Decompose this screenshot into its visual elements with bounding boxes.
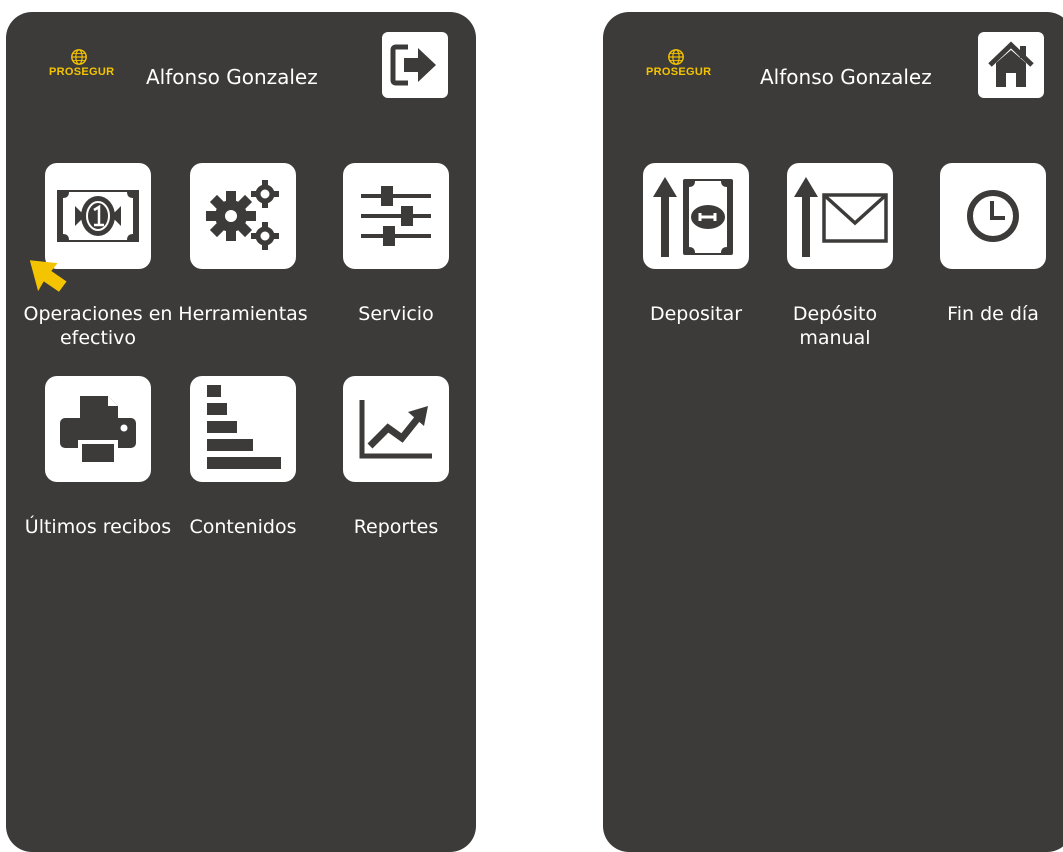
brand-name: PROSEGUR — [646, 66, 712, 78]
bar-chart-icon — [207, 385, 281, 469]
home-icon — [988, 41, 1034, 87]
pointer-cursor-icon — [29, 260, 67, 292]
brand-name: PROSEGUR — [49, 66, 115, 78]
right-screen: PROSEGUR Alfonso Gonzalez Depositar Depó… — [603, 12, 1063, 852]
cash-note-icon — [57, 190, 139, 242]
logout-button[interactable] — [382, 32, 448, 98]
tile-herramientas[interactable] — [190, 163, 296, 269]
label-operaciones-en-efectivo: Operaciones en efectivo — [23, 303, 173, 349]
label-herramientas: Herramientas — [178, 303, 308, 325]
left-screen: PROSEGUR Alfonso Gonzalez Operaciones en… — [6, 12, 476, 852]
label-contenidos: Contenidos — [189, 516, 297, 538]
globe-icon — [668, 49, 684, 65]
gears-icon — [206, 180, 279, 250]
label-reportes: Reportes — [353, 516, 439, 538]
deposit-note-icon — [653, 177, 733, 257]
tile-fin-de-dia[interactable] — [940, 163, 1046, 269]
label-ultimos-recibos: Últimos recibos — [24, 516, 172, 538]
label-fin-de-dia: Fin de día — [947, 303, 1039, 325]
deposit-envelope-icon — [794, 177, 888, 257]
label-depositar: Depositar — [649, 303, 743, 325]
globe-icon — [71, 49, 87, 65]
label-servicio: Servicio — [358, 303, 434, 325]
prosegur-logo: PROSEGUR — [49, 48, 115, 80]
prosegur-logo: PROSEGUR — [646, 48, 712, 80]
tile-reportes[interactable] — [343, 376, 449, 482]
user-name: Alfonso Gonzalez — [760, 65, 932, 89]
tile-ultimos-recibos[interactable] — [45, 376, 151, 482]
printer-icon — [60, 396, 136, 462]
clock-icon — [967, 190, 1019, 242]
tile-servicio[interactable] — [343, 163, 449, 269]
tile-deposito-manual[interactable] — [787, 163, 893, 269]
logout-icon — [390, 44, 436, 86]
sliders-icon — [361, 186, 431, 246]
home-button[interactable] — [978, 32, 1044, 98]
tile-depositar[interactable] — [643, 163, 749, 269]
tile-contenidos[interactable] — [190, 376, 296, 482]
user-name: Alfonso Gonzalez — [146, 65, 318, 89]
label-deposito-manual: Depósito manual — [792, 303, 878, 349]
trend-chart-icon — [359, 400, 432, 459]
